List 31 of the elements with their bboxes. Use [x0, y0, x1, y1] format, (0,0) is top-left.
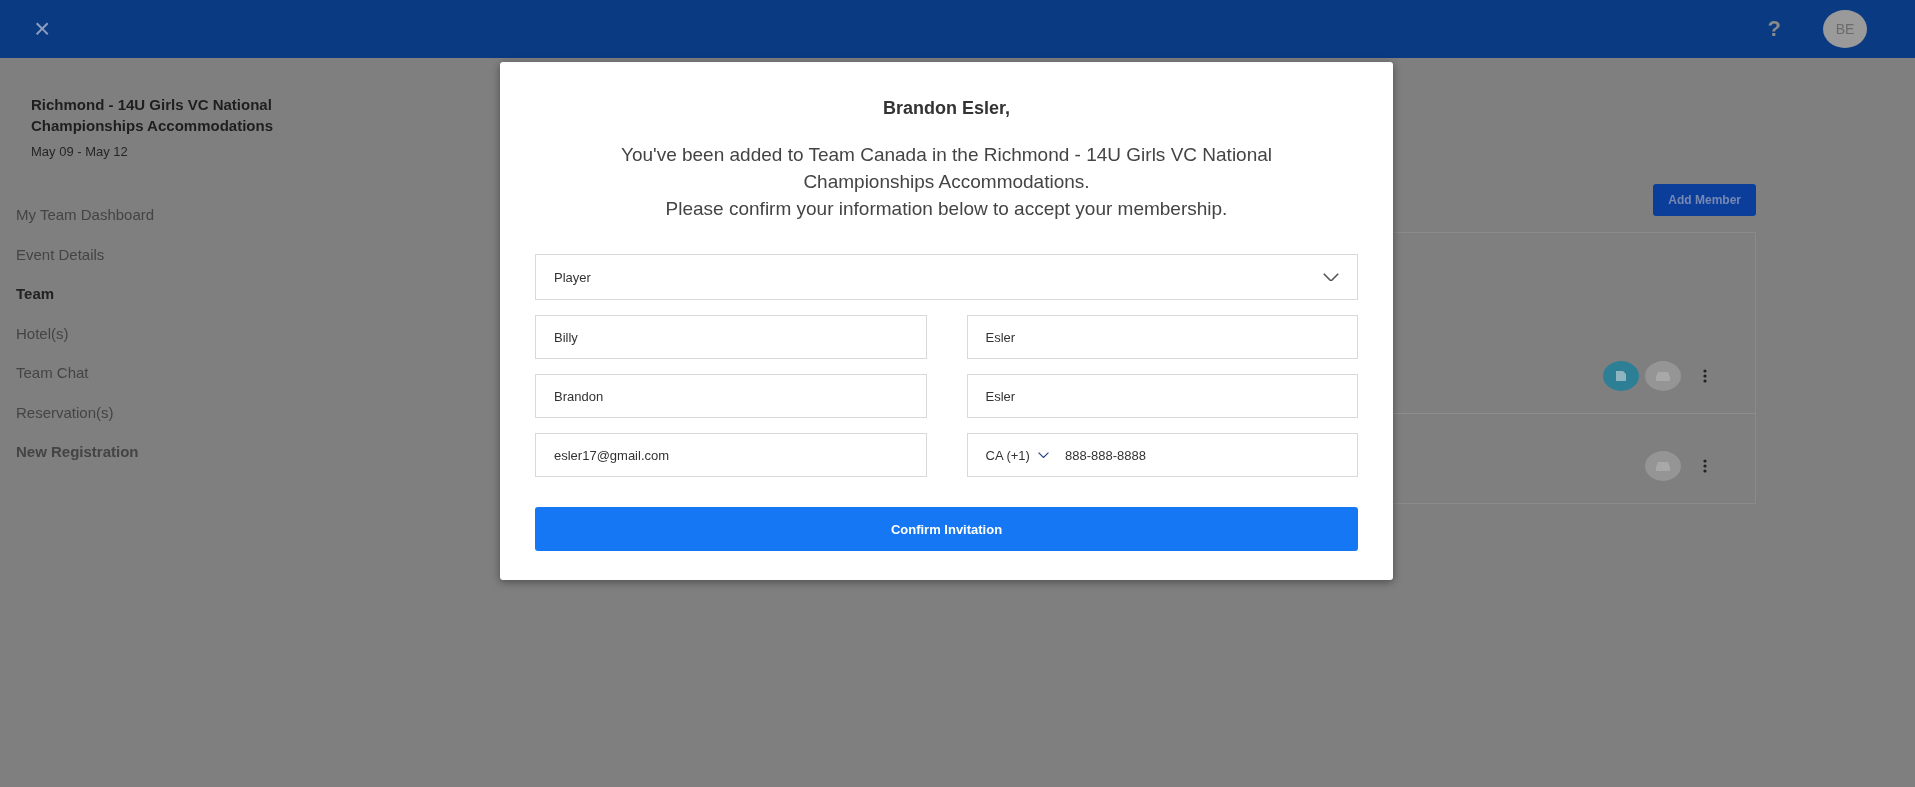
chevron-down-icon — [1037, 451, 1049, 458]
name-field[interactable]: Esler — [966, 315, 1358, 359]
more-icon — [1703, 459, 1707, 473]
sidebar-item[interactable]: New Registration — [16, 432, 139, 472]
car-button[interactable] — [1645, 451, 1681, 481]
more-icon — [1703, 369, 1707, 383]
close-button[interactable]: × — [28, 13, 57, 45]
sidebar-item[interactable]: My Team Dashboard — [16, 195, 155, 235]
dialog-message: You've been added to Team Canada in the Richmond - 14U Girls VC National Championships Accommodations. — [619, 143, 1274, 194]
name-field[interactable]: Brandon — [535, 374, 927, 418]
sidebar-item[interactable]: Hotel(s) — [16, 313, 69, 353]
chevron-down-icon — [1323, 272, 1339, 282]
add-member-button[interactable]: Add Member — [1653, 184, 1756, 216]
email-field[interactable]: esler17@gmail.com — [535, 433, 927, 477]
document-button[interactable] — [1603, 361, 1639, 391]
phone-field[interactable]: CA (+1) 888-888-8888 — [966, 433, 1358, 477]
sidebar-item[interactable]: Team — [16, 274, 55, 314]
name-field[interactable]: Billy — [535, 315, 927, 359]
dialog-greeting: Brandon Esler, — [881, 98, 1011, 119]
name-field[interactable]: Esler — [966, 374, 1358, 418]
role-select[interactable]: Player — [535, 254, 1358, 300]
dialog-message: Please confirm your information below to accept your membership. — [664, 197, 1229, 221]
sidebar-item[interactable]: Team Chat — [16, 353, 89, 393]
confirm-invitation-button[interactable]: Confirm Invitation — [535, 507, 1358, 551]
event-dates: May 09 - May 12 — [30, 143, 129, 159]
sidebar-item[interactable]: Event Details — [16, 234, 105, 274]
car-button[interactable] — [1645, 361, 1681, 391]
sidebar-item[interactable]: Reservation(s) — [16, 392, 114, 432]
help-button[interactable]: ? — [1763, 16, 1785, 42]
document-icon — [1615, 370, 1627, 382]
event-title: Richmond - 14U Girls VC National Championships Accommodations — [30, 95, 274, 136]
